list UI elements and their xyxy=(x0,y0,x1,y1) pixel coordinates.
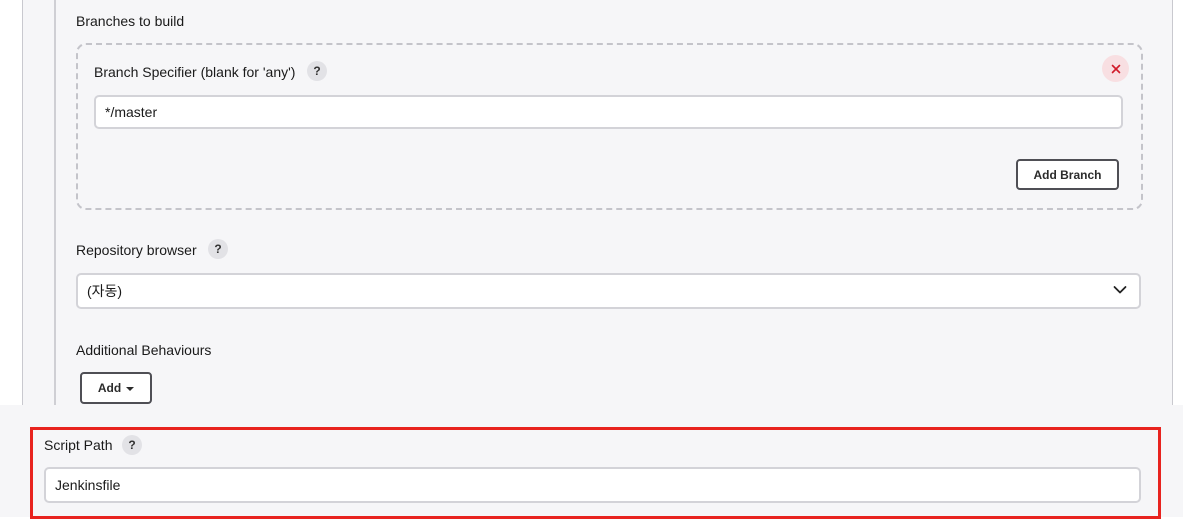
outer-frame-right-border xyxy=(1172,0,1173,405)
script-path-label: Script Path xyxy=(44,437,113,453)
branch-specifier-help-icon[interactable]: ? xyxy=(307,61,327,81)
repository-browser-help-icon[interactable]: ? xyxy=(208,239,228,259)
branches-to-build-heading: Branches to build xyxy=(76,13,185,29)
add-behaviour-button[interactable]: Add xyxy=(80,372,152,404)
nested-section-rule xyxy=(54,0,56,405)
close-icon xyxy=(1111,64,1120,73)
repository-browser-label: Repository browser xyxy=(76,242,197,258)
branch-specifier-label: Branch Specifier (blank for 'any') xyxy=(94,64,296,80)
chevron-down-icon xyxy=(1113,286,1127,294)
branch-specifier-value: */master xyxy=(105,104,158,120)
add-behaviour-label: Add xyxy=(97,381,122,395)
additional-behaviours-label: Additional Behaviours xyxy=(76,342,212,358)
branch-specifier-input[interactable]: */master xyxy=(94,95,1123,129)
add-branch-button[interactable]: Add Branch xyxy=(1016,159,1119,190)
repository-browser-selected-value: (자동) xyxy=(87,283,123,299)
remove-branch-close-icon[interactable] xyxy=(1102,55,1129,82)
caret-down-icon xyxy=(126,386,135,391)
script-path-input[interactable]: Jenkinsfile xyxy=(44,467,1141,503)
script-path-help-icon[interactable]: ? xyxy=(122,435,142,455)
script-path-value: Jenkinsfile xyxy=(55,477,121,493)
repository-browser-select[interactable]: (자동) xyxy=(76,273,1141,309)
